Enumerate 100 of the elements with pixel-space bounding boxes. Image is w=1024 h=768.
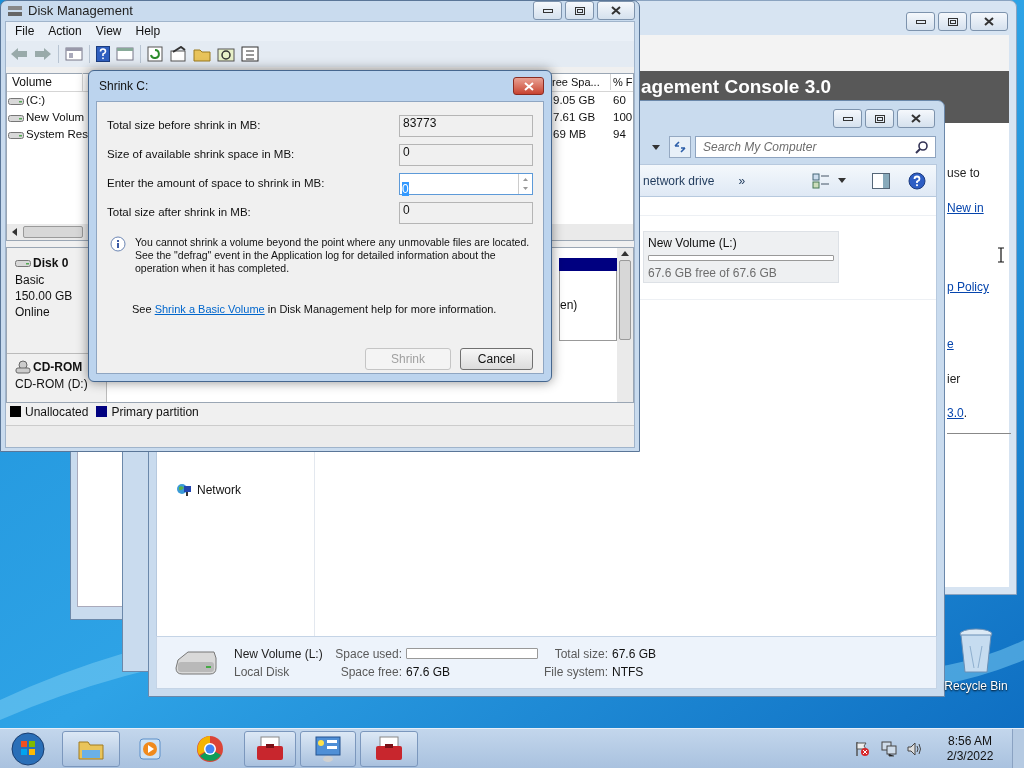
- maximize-button[interactable]: [938, 12, 967, 31]
- search-field[interactable]: Search My Computer: [695, 136, 936, 158]
- drive-tile[interactable]: New Volume (L:) 67.6 GB free of 67.6 GB: [643, 231, 839, 283]
- cd-drive-icon: [15, 359, 31, 374]
- maximize-icon: [574, 6, 585, 15]
- minimize-button[interactable]: [906, 12, 935, 31]
- detail-value: 67.6 GB: [406, 663, 452, 681]
- table-cell-text: 94: [612, 127, 627, 143]
- caret-icon: [652, 144, 660, 150]
- info-text: You cannot shrink a volume beyond the point where any unmovable files are located. See the "defrag" event in the Application log for detailed information about the operation when it has completed.: [135, 236, 531, 275]
- dialog-button[interactable]: Cancel: [460, 348, 533, 370]
- maximize-button[interactable]: [865, 109, 894, 128]
- preview-pane-icon[interactable]: [872, 172, 890, 189]
- network-icon: [176, 482, 192, 498]
- clock-date: 2/3/2022: [946, 748, 994, 764]
- disk-info: CD-ROM (D:): [15, 375, 89, 392]
- drive-free-text: 67.6 GB free of 67.6 GB: [648, 265, 778, 282]
- volume-name: (C:): [26, 93, 46, 109]
- clock-time: 8:56 AM: [948, 733, 992, 749]
- page-text: use to: [947, 165, 980, 179]
- caret-icon[interactable]: [838, 178, 846, 183]
- menu-item[interactable]: Action: [43, 22, 87, 40]
- page-link[interactable]: 3.0: [947, 404, 964, 419]
- page-link[interactable]: e: [947, 335, 954, 350]
- partition-header: [559, 257, 617, 271]
- scrollbar-thumb[interactable]: [23, 225, 83, 238]
- table-cell-text: 60: [612, 93, 627, 109]
- detail-label: File system:: [543, 663, 608, 681]
- close-button[interactable]: [897, 109, 935, 128]
- media-player-icon: [137, 735, 163, 762]
- view-icon[interactable]: [812, 172, 830, 189]
- maximize-icon: [874, 114, 885, 123]
- close-icon: [523, 81, 534, 91]
- volume-name: System Res: [26, 127, 88, 143]
- minimize-icon: [915, 19, 926, 24]
- menu-item[interactable]: Help: [130, 22, 166, 40]
- drive-name: New Volume (L:): [234, 645, 324, 663]
- nav-item[interactable]: Network: [176, 481, 314, 499]
- network-icon[interactable]: [880, 740, 898, 757]
- grid-icon[interactable]: [241, 45, 259, 62]
- window-title: Disk Management: [28, 2, 133, 20]
- page-heading: agement Console 3.0: [641, 76, 832, 97]
- app-icon: [7, 3, 23, 18]
- info-icon: [110, 236, 126, 252]
- disk-info: 150.00 GB: [15, 287, 74, 304]
- field-label: Enter the amount of space to shrink in MB:: [107, 175, 326, 191]
- drive-icon: [15, 257, 31, 268]
- drive-name: New Volume (L:): [648, 235, 738, 252]
- minimize-button[interactable]: [533, 1, 562, 21]
- readonly-field: 0: [399, 201, 533, 224]
- refresh-icon[interactable]: [147, 45, 163, 62]
- table-cell-text: 100: [612, 110, 633, 126]
- properties-icon[interactable]: [116, 46, 134, 61]
- search-input[interactable]: Search My Computer: [703, 138, 915, 156]
- taskbar-button[interactable]: [244, 730, 296, 767]
- close-button[interactable]: [513, 77, 544, 95]
- close-button[interactable]: [970, 12, 1008, 31]
- detail-value: 67.6 GB: [612, 645, 657, 663]
- recycle-bin-icon: [958, 628, 994, 674]
- close-button[interactable]: [597, 1, 635, 21]
- help-link[interactable]: Shrink a Basic Volume: [154, 303, 265, 315]
- console-tree-icon[interactable]: [65, 46, 83, 61]
- volume-icon[interactable]: [906, 740, 924, 757]
- detail-label: Total size:: [553, 645, 608, 663]
- scrollbar-thumb[interactable]: [619, 259, 631, 340]
- start-button[interactable]: [8, 730, 48, 767]
- maximize-button[interactable]: [565, 1, 594, 21]
- minimize-button[interactable]: [833, 109, 862, 128]
- legend-label: Primary partition: [111, 403, 199, 421]
- more-button[interactable]: »: [738, 171, 746, 190]
- taskbar-button[interactable]: [300, 730, 356, 767]
- menu-item[interactable]: View: [90, 22, 127, 40]
- search-icon[interactable]: [217, 45, 235, 62]
- toolbox-icon: [374, 735, 404, 762]
- column-header: Volume: [7, 73, 83, 91]
- close-icon: [611, 6, 621, 16]
- disk-name: CD-ROM: [33, 358, 83, 376]
- page-link[interactable]: New in: [947, 199, 984, 214]
- taskbar-button[interactable]: [360, 730, 418, 767]
- field-value: 0: [402, 181, 409, 196]
- refresh-button[interactable]: [669, 136, 691, 158]
- help-icon[interactable]: [908, 171, 926, 190]
- toolbar-button[interactable]: network drive: [641, 171, 717, 190]
- field-label: Total size after shrink in MB:: [107, 204, 252, 220]
- menu-item[interactable]: File: [10, 22, 40, 40]
- detail-label: Space used:: [334, 645, 402, 663]
- close-icon: [984, 17, 994, 26]
- close-icon: [911, 114, 921, 123]
- toolbox-icon: [255, 735, 285, 762]
- table-cell-text: 9.05 GB: [552, 93, 597, 109]
- disk-info: Basic: [15, 271, 46, 288]
- desktop-icon[interactable]: Recycle Bin: [944, 628, 1008, 695]
- hard-drive-icon: [174, 649, 218, 676]
- page-link[interactable]: p Policy: [947, 278, 990, 293]
- disk-info: Online: [15, 303, 51, 320]
- action-center-icon[interactable]: [854, 740, 870, 757]
- clock[interactable]: 8:56 AM 2/3/2022: [938, 733, 1002, 764]
- drive-icon: [8, 113, 24, 123]
- help-icon[interactable]: [96, 45, 110, 62]
- page-text: ier: [947, 371, 961, 385]
